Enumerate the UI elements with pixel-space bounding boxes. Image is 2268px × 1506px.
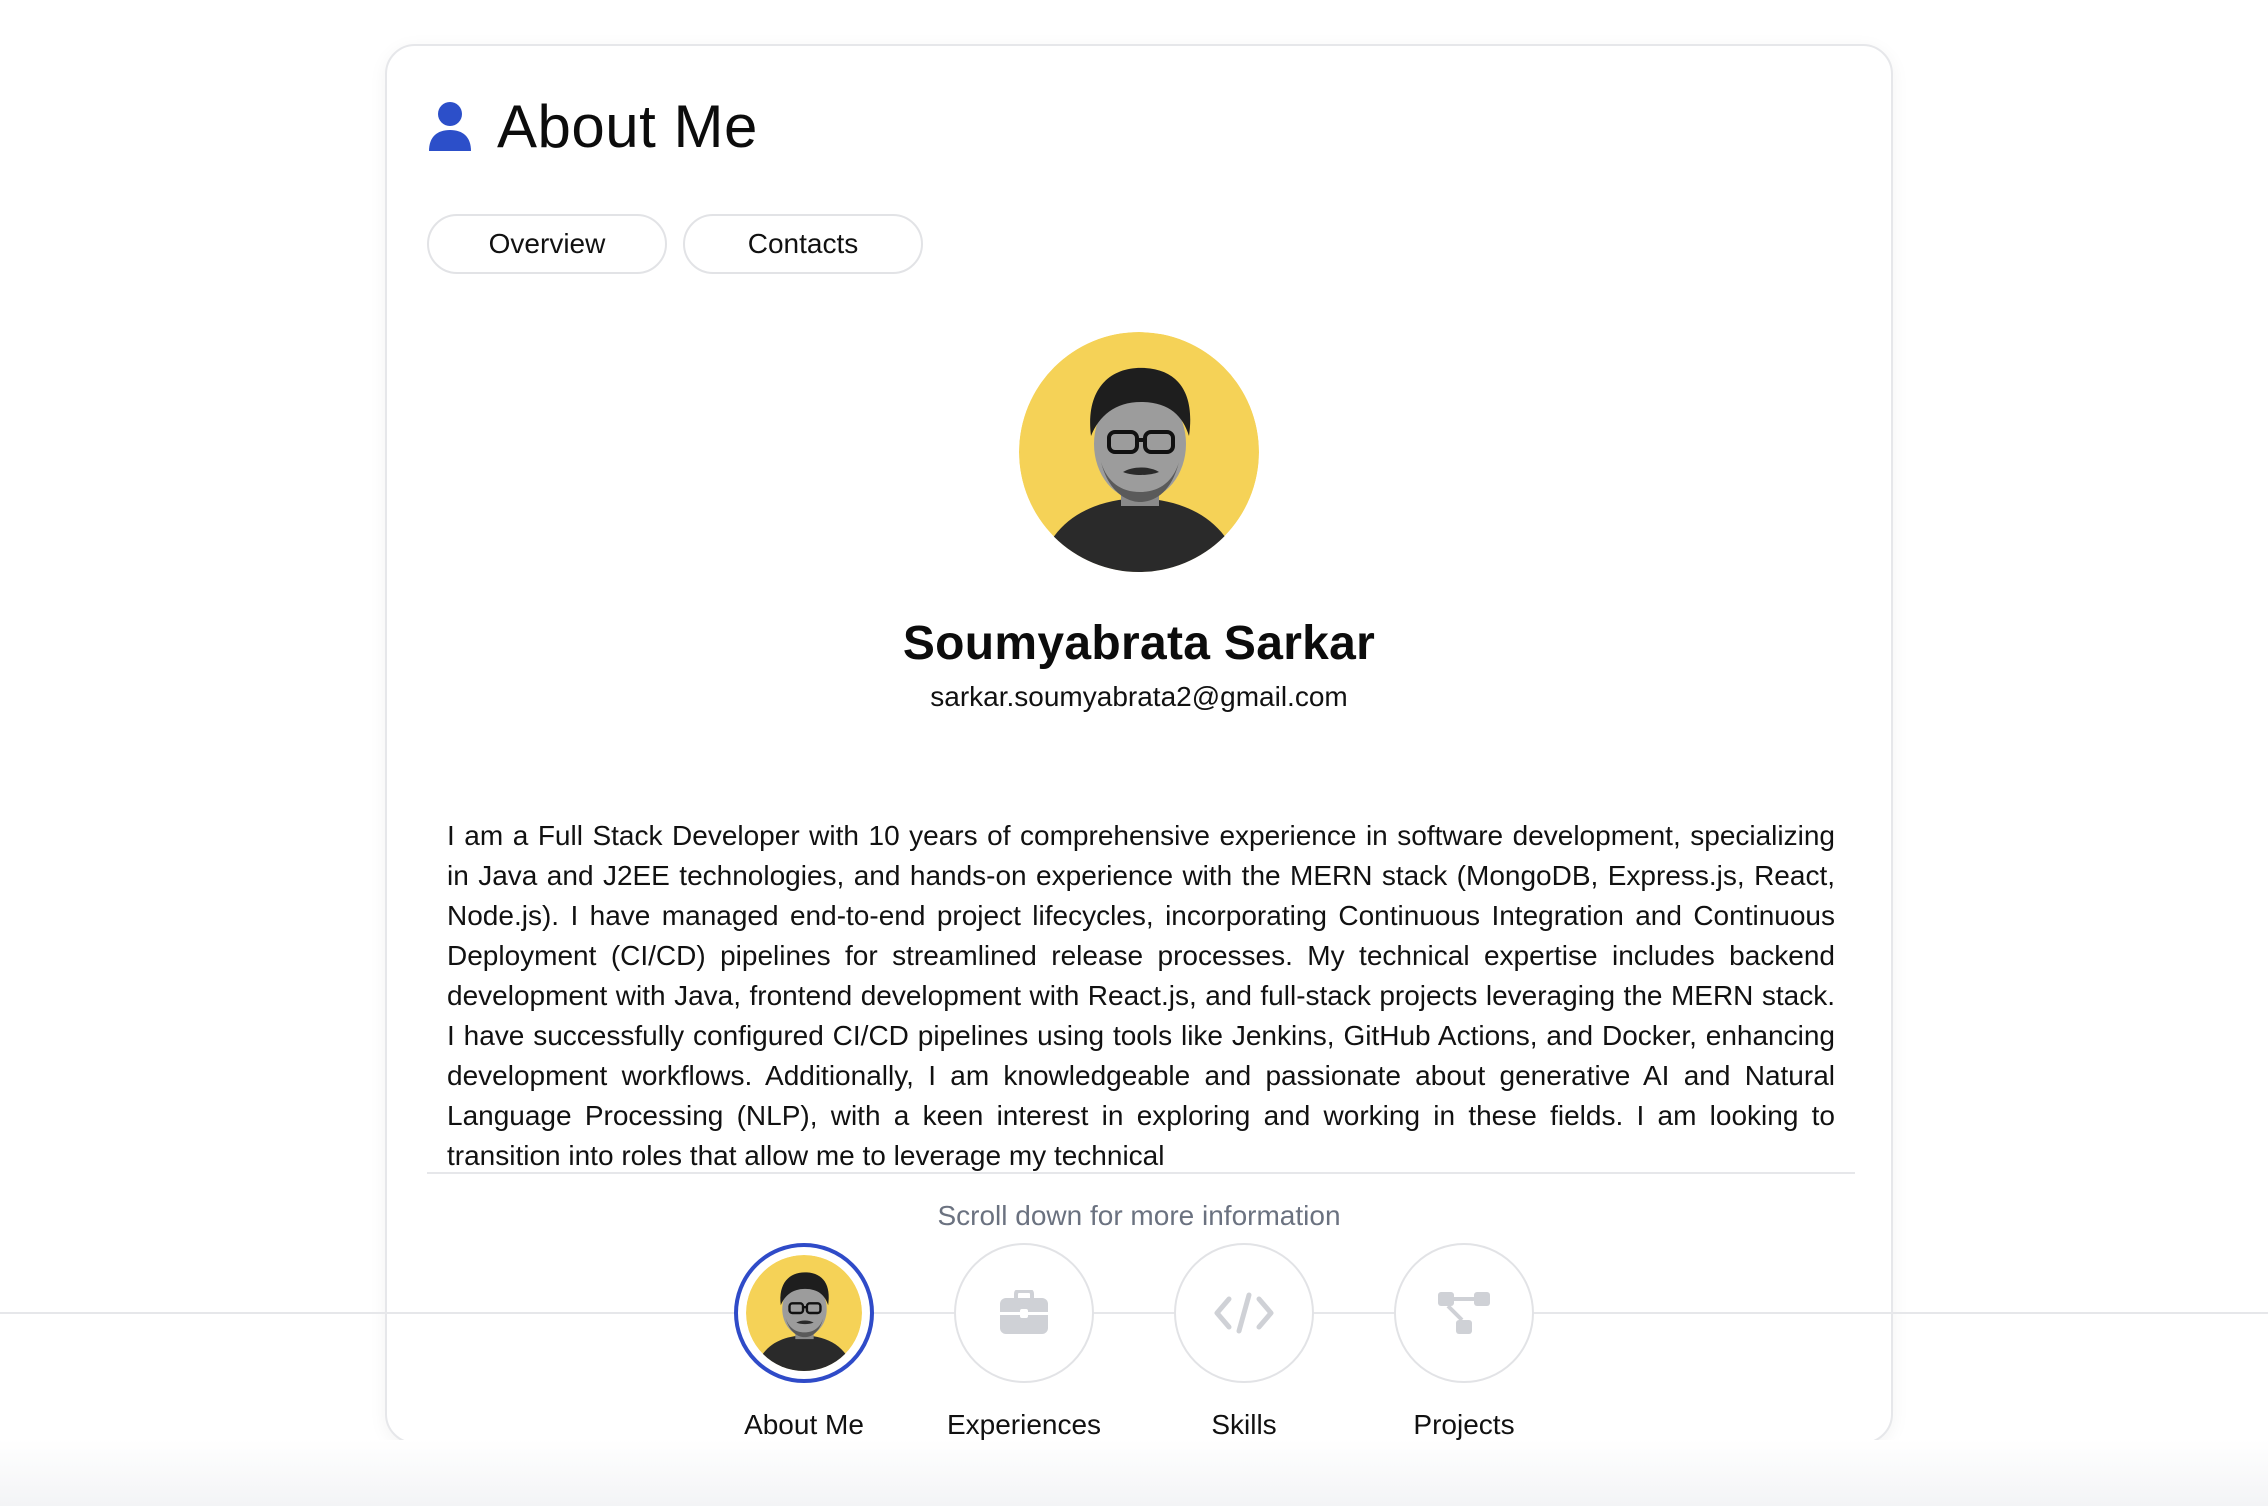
about-me-card: About Me Overview Contacts Soumyabrata S… bbox=[385, 44, 1893, 1444]
nav-item-projects[interactable]: Projects bbox=[1394, 1243, 1534, 1441]
profile-section: Soumyabrata Sarkar sarkar.soumyabrata2@g… bbox=[387, 332, 1891, 713]
bio-text: I am a Full Stack Developer with 10 year… bbox=[447, 820, 1835, 1171]
nav-item-experiences[interactable]: Experiences bbox=[947, 1243, 1101, 1441]
nav-skills-button[interactable] bbox=[1174, 1243, 1314, 1383]
nav-about-me-label: About Me bbox=[744, 1409, 864, 1440]
nav-experiences-button[interactable] bbox=[954, 1243, 1094, 1383]
nav-projects-button[interactable] bbox=[1394, 1243, 1534, 1383]
page-title: About Me bbox=[497, 93, 758, 160]
nav-experiences-label: Experiences bbox=[946, 1409, 1102, 1440]
scroll-hint: Scroll down for more information bbox=[937, 1200, 1341, 1231]
page: About Me Overview Contacts Soumyabrata S… bbox=[0, 0, 2268, 1506]
code-icon bbox=[1214, 1292, 1274, 1334]
dock-footer-shade bbox=[0, 1440, 2268, 1506]
nav-projects-label: Projects bbox=[1413, 1409, 1515, 1440]
nav-about-me-button[interactable] bbox=[734, 1243, 874, 1383]
profile-name: Soumyabrata Sarkar bbox=[902, 617, 1376, 670]
user-icon bbox=[429, 101, 471, 151]
profile-avatar bbox=[1019, 332, 1259, 572]
tab-bar: Overview Contacts bbox=[427, 214, 923, 274]
card-header: About Me bbox=[427, 92, 758, 161]
tab-contacts[interactable]: Contacts bbox=[683, 214, 923, 274]
nav-item-about-me[interactable]: About Me bbox=[734, 1243, 874, 1441]
briefcase-icon bbox=[1000, 1290, 1048, 1334]
bottom-nav: About Me Experiences Skills Projects bbox=[0, 1243, 2268, 1441]
bio-scroll-area[interactable]: I am a Full Stack Developer with 10 year… bbox=[427, 774, 1855, 1174]
project-tree-icon bbox=[1438, 1292, 1490, 1334]
avatar bbox=[746, 1255, 862, 1371]
profile-email: sarkar.soumyabrata2@gmail.com bbox=[930, 681, 1348, 712]
nav-skills-label: Skills bbox=[1211, 1409, 1277, 1440]
tab-overview[interactable]: Overview bbox=[427, 214, 667, 274]
nav-item-skills[interactable]: Skills bbox=[1174, 1243, 1314, 1441]
